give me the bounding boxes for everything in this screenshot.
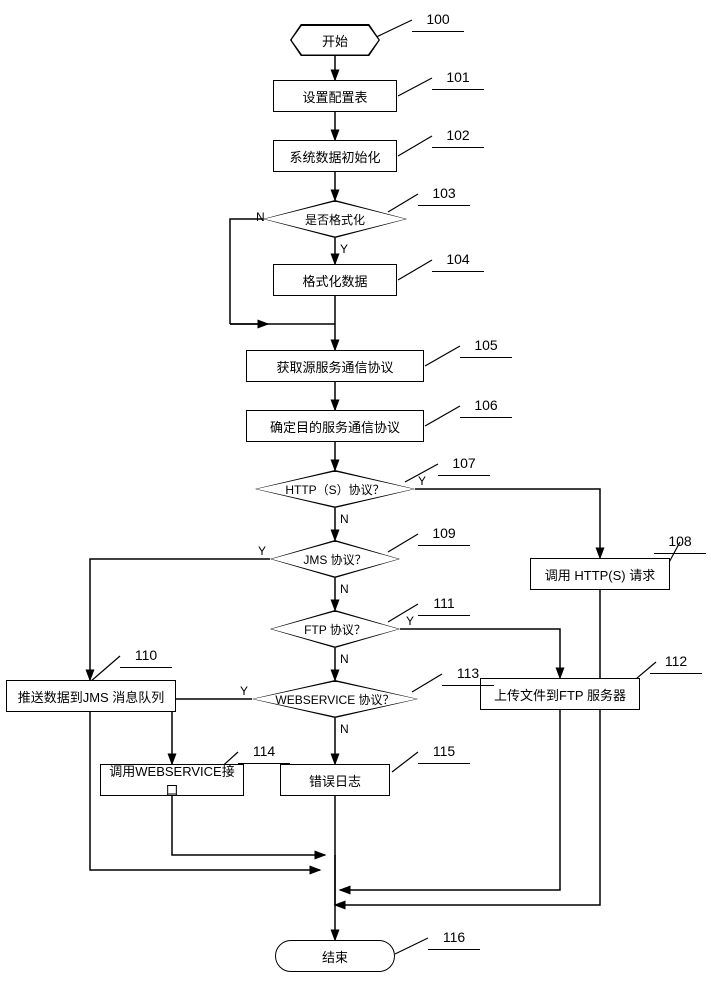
callout-110: 110 [120, 642, 172, 668]
callout-116: 116 [428, 924, 480, 950]
label-n-109: N [340, 582, 349, 596]
callout-108: 108 [654, 528, 706, 554]
node-ws-decision: WEBSERVICE 协议？ [252, 680, 418, 718]
callout-101: 101 [432, 64, 484, 90]
node-jms-decision: JMS 协议？ [270, 540, 400, 578]
node-call-ws: 调用WEBSERVICE接口 [100, 764, 244, 796]
callout-115: 115 [418, 738, 470, 764]
callout-102: 102 [432, 122, 484, 148]
callout-114: 114 [238, 738, 290, 764]
node-upload-ftp: 上传文件到FTP 服务器 [480, 678, 640, 710]
callout-107: 107 [438, 450, 490, 476]
node-get-src-protocol: 获取源服务通信协议 [246, 350, 424, 382]
label-n-113: N [340, 722, 349, 736]
label-y-111: Y [406, 614, 414, 628]
node-format-data: 格式化数据 [273, 264, 397, 296]
callout-109: 109 [418, 520, 470, 546]
label-n-107: N [340, 512, 349, 526]
label-y-109: Y [258, 544, 266, 558]
node-init-data: 系统数据初始化 [273, 140, 397, 172]
node-ftp-decision: FTP 协议？ [270, 610, 400, 648]
node-error-log: 错误日志 [280, 764, 390, 796]
node-set-config: 设置配置表 [273, 80, 397, 112]
label-y-107: Y [418, 474, 426, 488]
label-y-103: Y [340, 242, 348, 256]
callout-112: 112 [650, 648, 702, 674]
callout-111: 111 [418, 590, 470, 616]
label-y-113: Y [240, 684, 248, 698]
start-label: 开始 [292, 26, 379, 55]
node-end: 结束 [275, 940, 395, 972]
callout-104: 104 [432, 246, 484, 272]
callout-113: 113 [442, 660, 494, 686]
node-is-format: 是否格式化 [263, 200, 407, 238]
node-http-decision: HTTP（S）协议？ [255, 470, 415, 508]
callout-100: 100 [412, 6, 464, 32]
callout-106: 106 [460, 392, 512, 418]
node-call-http: 调用 HTTP(S) 请求 [530, 558, 670, 590]
node-det-dest-protocol: 确定目的服务通信协议 [246, 410, 424, 442]
callout-103: 103 [418, 180, 470, 206]
node-push-jms: 推送数据到JMS 消息队列 [6, 680, 176, 712]
callout-105: 105 [460, 332, 512, 358]
label-n-111: N [340, 652, 349, 666]
label-n-103: N [256, 210, 265, 224]
node-start: 开始 [290, 24, 380, 56]
